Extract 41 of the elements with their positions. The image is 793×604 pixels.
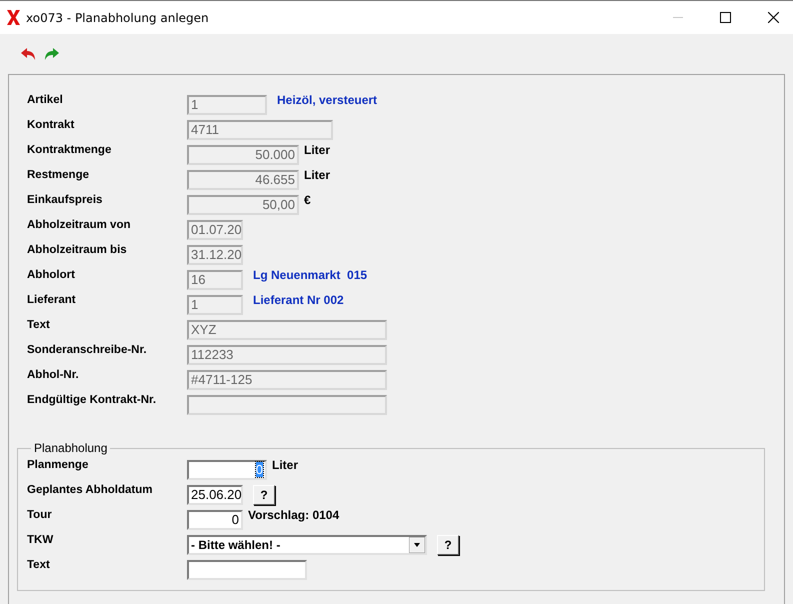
- field-label: Artikel: [27, 93, 64, 106]
- field-label: Einkaufspreis: [27, 193, 104, 206]
- dropdown-arrow-icon[interactable]: [409, 536, 425, 552]
- field-label: Planmenge: [27, 458, 90, 471]
- field-label: Abholzeitraum bis: [27, 243, 128, 256]
- input-field[interactable]: 25.06.20: [187, 484, 243, 504]
- field-label: Tour: [27, 508, 53, 521]
- field-label: Kontraktmenge: [27, 143, 112, 156]
- help-button[interactable]: ?: [253, 484, 275, 504]
- input-field[interactable]: 0: [187, 510, 243, 530]
- input-field[interactable]: [187, 560, 307, 580]
- field-label: Lieferant: [27, 293, 77, 306]
- group-title: Planabholung: [33, 441, 108, 455]
- description-text: Lieferant Nr 002: [253, 292, 344, 307]
- field-label: Abholort: [27, 268, 76, 281]
- description-text: Lg Neuenmarkt 015: [253, 267, 368, 282]
- app-logo-icon: [7, 10, 20, 25]
- unit-label: Vorschlag: 0104: [248, 507, 340, 522]
- dropdown[interactable]: - Bitte wählen! -: [187, 534, 427, 554]
- field-label: Restmenge: [27, 168, 90, 181]
- window-title: xo073 - Planabholung anlegen: [26, 10, 209, 24]
- field-label: Kontrakt: [27, 118, 76, 131]
- unit-label: Liter: [304, 142, 330, 157]
- field-label: Geplantes Abholdatum: [27, 483, 154, 496]
- close-icon[interactable]: [768, 12, 779, 23]
- field-label: Text: [27, 558, 51, 571]
- field-label: TKW: [27, 533, 54, 546]
- field-label: Abholzeitraum von: [27, 218, 132, 231]
- unit-label: €: [304, 192, 311, 207]
- unit-label: Liter: [304, 167, 330, 182]
- field-label: Abhol-Nr.: [27, 368, 80, 381]
- field-label: Text: [27, 318, 51, 331]
- undo-arrow-icon[interactable]: [20, 47, 36, 61]
- description-text: Heizöl, versteuert: [277, 92, 378, 107]
- unit-label: Liter: [272, 457, 298, 472]
- input-field[interactable]: 0: [187, 460, 267, 480]
- maximize-icon[interactable]: [720, 12, 731, 23]
- field-label: Sonderanschreibe-Nr.: [27, 343, 148, 356]
- field-label: Endgültige Kontrakt-Nr.: [27, 393, 158, 406]
- redo-arrow-icon[interactable]: [44, 47, 60, 61]
- help-button[interactable]: ?: [437, 534, 459, 554]
